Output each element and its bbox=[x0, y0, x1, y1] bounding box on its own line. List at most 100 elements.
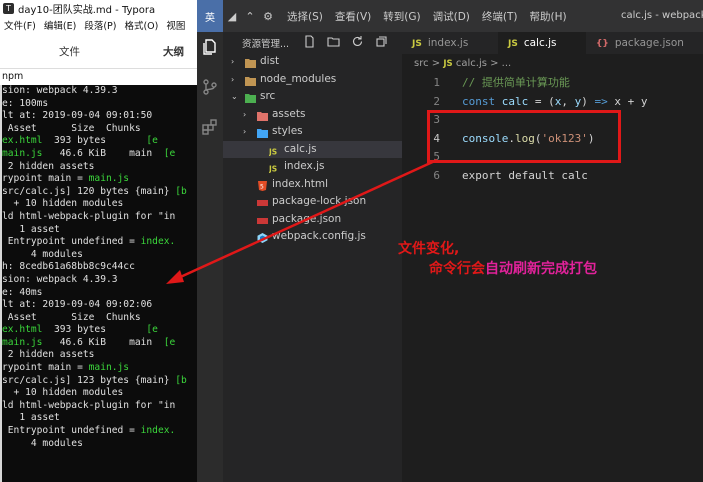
code-line[interactable]: 6 export default calc bbox=[402, 167, 703, 186]
terminal-line: ld html-webpack-plugin for "in bbox=[2, 400, 197, 413]
code-line[interactable]: 2 const calc = (x, y) => x + y bbox=[402, 93, 703, 112]
breadcrumb-symbol[interactable]: > ... bbox=[490, 58, 511, 69]
terminal-line: sion: webpack 4.39.3 bbox=[2, 85, 197, 98]
file-tree-item[interactable]: package.json bbox=[223, 211, 402, 229]
terminal-line: sion: webpack 4.39.3 bbox=[2, 274, 197, 287]
file-tree-label: src bbox=[260, 90, 276, 102]
file-tree-item[interactable]: 5 index.html bbox=[223, 176, 402, 194]
file-tree-item[interactable]: › styles bbox=[223, 123, 402, 141]
extensions-icon[interactable] bbox=[201, 118, 219, 136]
source-control-icon[interactable] bbox=[201, 78, 219, 96]
collapse-all-icon[interactable] bbox=[375, 35, 388, 48]
terminal-text: 46.6 KiB main bbox=[42, 336, 164, 348]
tab-files[interactable]: 文件 bbox=[59, 44, 80, 59]
terminal-text: main.js bbox=[88, 173, 130, 185]
vscode-menu-item[interactable]: 查看(V) bbox=[335, 9, 371, 24]
terminal-text: [e bbox=[146, 135, 158, 147]
vscode-menu-bar: 选择(S) 查看(V) 转到(G) 调试(D) 终端(T) 帮助(H) bbox=[277, 9, 567, 24]
file-tree-item[interactable]: JS index.js bbox=[223, 158, 402, 176]
new-folder-icon[interactable] bbox=[327, 35, 340, 48]
terminal-line: Entrypoint undefined = index. bbox=[2, 425, 197, 438]
terminal-text: Asset Size Chunks bbox=[2, 122, 197, 134]
file-tree-item[interactable]: › dist bbox=[223, 53, 402, 71]
terminal-text: ex.html bbox=[2, 135, 43, 147]
terminal-line: 1 asset bbox=[2, 412, 197, 425]
terminal-line: e: 100ms bbox=[2, 98, 197, 111]
chevron-right-icon: › bbox=[231, 74, 235, 84]
breadcrumb-file[interactable]: calc.js bbox=[456, 58, 487, 69]
typora-menu-item[interactable]: 文件(F) bbox=[4, 18, 36, 32]
chevron-up-icon[interactable]: ⌃ bbox=[241, 10, 259, 23]
terminal-line: ld html-webpack-plugin for "in bbox=[2, 211, 197, 224]
editor-tab[interactable]: JS calc.js bbox=[498, 32, 586, 54]
typora-sidebar-tabs: 文件 大纲 bbox=[0, 33, 197, 69]
code-token: const bbox=[462, 94, 502, 108]
terminal-text: 4 modules bbox=[2, 248, 83, 260]
terminal-text: 46.6 KiB main bbox=[42, 147, 164, 159]
terminal-line: Entrypoint undefined = index. bbox=[2, 236, 197, 249]
editor-tab[interactable]: {} package.json bbox=[586, 32, 692, 54]
terminal-line: src/calc.js] 123 bytes {main} [b bbox=[2, 375, 197, 388]
terminal-text: src/calc.js] 123 bytes {main} bbox=[2, 374, 176, 386]
breadcrumb-folder[interactable]: src bbox=[414, 58, 429, 69]
file-tree-item[interactable]: › node_modules bbox=[223, 71, 402, 89]
code-token: x + y bbox=[607, 94, 648, 108]
typora-menu-item[interactable]: 格式(O) bbox=[124, 18, 158, 32]
code-token: ) bbox=[581, 94, 595, 108]
line-number: 1 bbox=[433, 76, 440, 89]
refresh-icon[interactable] bbox=[351, 35, 364, 48]
code-token: // 提供简单计算功能 bbox=[462, 76, 570, 89]
terminal-text: main.js bbox=[2, 147, 43, 159]
terminal-line: main.js 46.6 KiB main [e bbox=[2, 148, 197, 161]
file-tree-item[interactable]: JS calc.js bbox=[223, 140, 402, 158]
terminal-text: ld html-webpack-plugin for "in bbox=[2, 399, 176, 411]
terminal-text: e: 40ms bbox=[2, 286, 43, 298]
ime-indicator[interactable]: 英 bbox=[197, 0, 223, 32]
typora-menu-item[interactable]: 段落(P) bbox=[84, 18, 116, 32]
explorer-title: 资源管理... bbox=[242, 39, 290, 50]
terminal-text: e: 100ms bbox=[2, 97, 49, 109]
typora-app-icon: T bbox=[3, 3, 14, 14]
file-tree-item[interactable]: › assets bbox=[223, 106, 402, 124]
file-tree-label: webpack.config.js bbox=[272, 230, 366, 242]
terminal-text: h: 8cedb61a68bb8c9c44cc bbox=[2, 261, 135, 273]
terminal-line: h: 8cedb61a68bb8c9c44cc bbox=[2, 261, 197, 274]
json-file-icon: {} bbox=[596, 39, 609, 49]
file-tree-item[interactable]: webpack.config.js bbox=[223, 228, 402, 246]
typora-menu-item[interactable]: 编辑(E) bbox=[44, 18, 76, 32]
line-number: 2 bbox=[433, 94, 440, 108]
terminal-line: 2 hidden assets bbox=[2, 349, 197, 362]
terminal-text: main.js bbox=[2, 336, 43, 348]
terminal-line: + 10 hidden modules bbox=[2, 198, 197, 211]
code-line[interactable]: 1 // 提供简单计算功能 bbox=[402, 74, 703, 93]
vscode-menu-item[interactable]: 帮助(H) bbox=[529, 9, 566, 24]
chevron-right-icon: › bbox=[231, 57, 235, 66]
annotation-line-1: 文件变化, bbox=[398, 241, 460, 257]
tab-outline[interactable]: 大纲 bbox=[163, 44, 184, 59]
editor-tab-label: index.js bbox=[427, 37, 469, 49]
vscode-menu-item[interactable]: 转到(G) bbox=[383, 9, 420, 24]
terminal-line: Asset Size Chunks bbox=[2, 312, 197, 325]
svg-text:JS: JS bbox=[269, 165, 277, 174]
explorer-icon[interactable] bbox=[201, 38, 219, 56]
vscode-menu-item[interactable]: 选择(S) bbox=[287, 9, 323, 24]
vscode-menu-item[interactable]: 调试(D) bbox=[433, 9, 470, 24]
vscode-menu-item[interactable]: 终端(T) bbox=[482, 9, 518, 24]
typora-menu-item[interactable]: 视图 bbox=[166, 18, 185, 32]
layout-icon[interactable]: ◢ bbox=[223, 10, 241, 23]
typora-window-title: day10-团队实战.md - Typora bbox=[18, 5, 156, 16]
terminal-line: 1 asset bbox=[2, 224, 197, 237]
folder-styles-icon bbox=[257, 127, 268, 138]
editor-tab[interactable]: JS index.js bbox=[402, 32, 498, 54]
new-file-icon[interactable] bbox=[303, 35, 316, 48]
gear-icon[interactable]: ⚙ bbox=[259, 10, 277, 23]
terminal-text: src/calc.js] 120 bytes {main} bbox=[2, 185, 176, 197]
code-token: = ( bbox=[528, 94, 555, 108]
terminal-text: 4 modules bbox=[2, 437, 83, 449]
file-tree-item[interactable]: package-lock.json bbox=[223, 193, 402, 211]
terminal-line: Asset Size Chunks bbox=[2, 123, 197, 136]
terminal-text: rypoint main = bbox=[2, 362, 89, 374]
annotation-line-2: 命令行会自动刷新完成打包 bbox=[429, 258, 597, 278]
file-tree-item[interactable]: ⌄ src bbox=[223, 88, 402, 106]
terminal-text: [e bbox=[163, 147, 176, 159]
